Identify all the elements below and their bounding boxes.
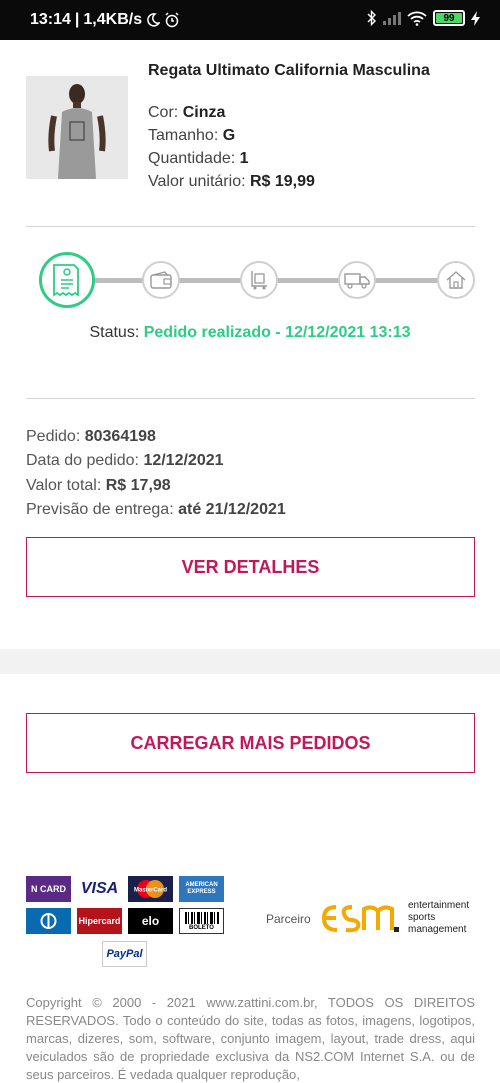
color-value: Cinza [182, 104, 226, 121]
order-date: Data do pedido: 12/12/2021 [26, 452, 224, 470]
view-details-button[interactable]: VER DETALHES [26, 537, 475, 597]
divider [26, 226, 475, 227]
divider [26, 398, 475, 399]
step-separation [240, 261, 278, 299]
product-name[interactable]: Regata Ultimato California Masculina [148, 62, 430, 80]
unit-price-label: Valor unitário: [148, 173, 246, 190]
esm-line-1: entertainment [408, 900, 470, 911]
separator: | [74, 11, 80, 28]
ncard-logo: N CARD [26, 876, 71, 902]
order-total: Valor total: R$ 17,98 [26, 477, 171, 495]
mastercard-logo: MasterCard [128, 876, 173, 902]
status-bar-left: 13:14 | 1,4KB/s [30, 11, 180, 29]
step-order-placed [39, 252, 95, 308]
step-payment [142, 261, 180, 299]
visa-logo: VISA [77, 876, 122, 902]
order-total-value: R$ 17,98 [105, 477, 171, 494]
order-delivery-estimate: Previsão de entrega: até 21/12/2021 [26, 501, 286, 519]
clock: 13:14 [30, 11, 71, 28]
status-bar: 13:14 | 1,4KB/s 99 [0, 0, 500, 40]
mastercard-text: MasterCard [134, 888, 167, 894]
product-size: Tamanho: G [148, 127, 235, 145]
delivery-truck-icon [344, 271, 370, 289]
hipercard-logo: Hipercard [77, 908, 122, 934]
product-unit-price: Valor unitário: R$ 19,99 [148, 173, 315, 191]
house-icon [446, 271, 466, 289]
battery-percentage: 99 [443, 12, 455, 24]
delivery-value: até 21/12/2021 [178, 501, 286, 518]
copyright-text: Copyright © 2000 - 2021 www.zattini.com.… [26, 995, 475, 1082]
amex-logo: AMERICAN EXPRESS [179, 876, 224, 902]
status-value: Pedido realizado - 12/12/2021 13:13 [143, 324, 411, 341]
size-value: G [222, 127, 236, 144]
wifi-icon [407, 11, 427, 26]
size-label: Tamanho: [148, 127, 219, 144]
signal-icon [383, 11, 401, 25]
charging-icon [471, 10, 480, 26]
quantity-label: Quantidade: [148, 150, 236, 167]
order-date-label: Data do pedido: [26, 452, 139, 469]
bluetooth-icon [367, 10, 377, 26]
diners-logo [26, 908, 71, 934]
moon-icon [146, 13, 161, 27]
quantity-value: 1 [239, 150, 249, 167]
network-speed: 1,4KB/s [83, 11, 143, 28]
order-date-value: 12/12/2021 [143, 452, 224, 469]
wallet-icon [150, 271, 172, 289]
esm-line-2: sports [408, 912, 436, 923]
order-number: Pedido: 80364198 [26, 428, 156, 446]
step-shipping [338, 261, 376, 299]
status-label: Status: [89, 324, 140, 341]
product-color: Cor: Cinza [148, 104, 225, 122]
status-bar-right: 99 [367, 10, 480, 26]
order-status: Status: Pedido realizado - 12/12/2021 13… [0, 324, 500, 342]
unit-price-value: R$ 19,99 [249, 173, 315, 190]
order-total-label: Valor total: [26, 477, 102, 494]
battery-icon: 99 [433, 10, 465, 26]
section-separator [0, 649, 500, 674]
product-image[interactable] [26, 76, 128, 179]
delivery-label: Previsão de entrega: [26, 501, 174, 518]
alarm-icon [164, 12, 180, 28]
order-tracker [0, 250, 500, 320]
receipt-icon [52, 263, 82, 297]
boleto-text: BOLETO [189, 924, 214, 931]
color-label: Cor: [148, 104, 179, 121]
load-more-orders-button[interactable]: CARREGAR MAIS PEDIDOS [26, 713, 475, 773]
package-trolley-icon [249, 270, 269, 290]
step-delivered [437, 261, 475, 299]
esm-line-3: management [408, 924, 467, 935]
boleto-logo: BOLETO [179, 908, 224, 934]
order-number-value: 80364198 [84, 428, 156, 445]
esm-tagline: entertainment sports management [408, 900, 469, 936]
paypal-logo: PayPal [102, 941, 147, 967]
product-quantity: Quantidade: 1 [148, 150, 249, 168]
esm-logo[interactable] [321, 897, 402, 942]
partner-label: Parceiro [266, 912, 311, 926]
elo-logo: elo [128, 908, 173, 934]
order-number-label: Pedido: [26, 428, 81, 445]
